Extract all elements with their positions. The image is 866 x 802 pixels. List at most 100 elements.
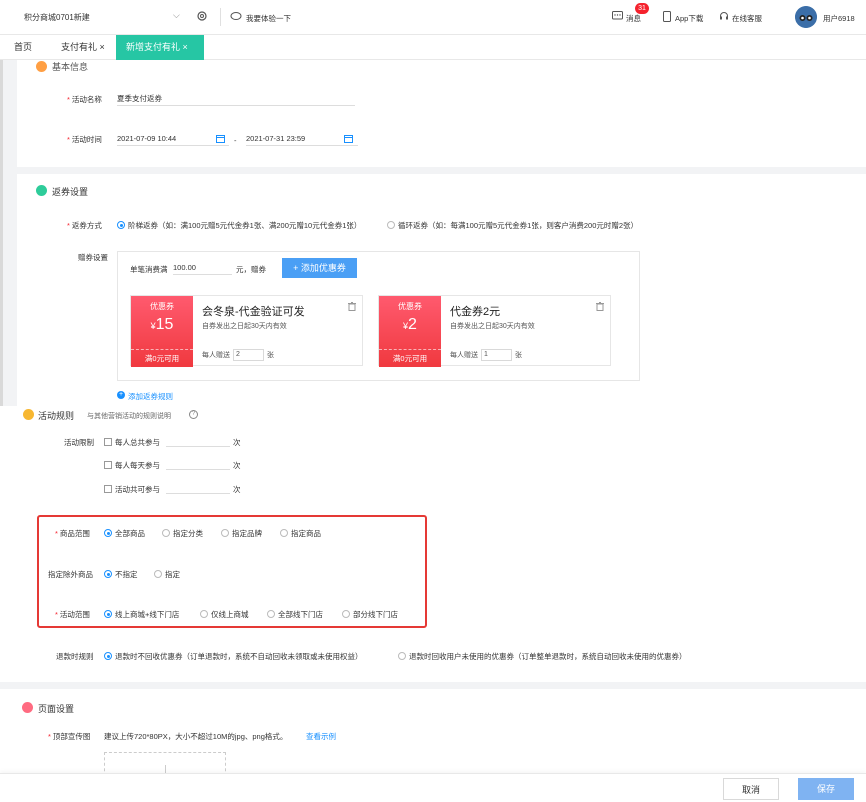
radio-loop-coupon[interactable]: 循环返券（如：每满100元赠5元代金券1张，则客户消费200元时赠2张） [387,220,638,231]
rules-card: 活动规则 与其他营销活动的规则说明 ? 活动限制 每人总共参与 次 每人每天参与… [0,406,866,682]
unit-text: 次 [233,485,241,494]
gift-settings-label: 赠券设置 [78,253,108,262]
coupon-quantity-row: 每人赠送 2 张 [202,349,274,361]
help-icon[interactable]: ? [189,410,198,419]
radio-some-offline[interactable]: 部分线下门店 [342,609,398,620]
time-separator: - [234,136,237,145]
coupon-name: 代金券2元 [450,306,501,318]
view-example-link[interactable]: 查看示例 [306,731,336,742]
save-button[interactable]: 保存 [798,778,854,800]
coupon-condition: 满0元可用 [131,349,193,367]
limit-activity-input[interactable] [166,480,230,494]
tab-bar: 首页 支付有礼 × 新增支付有礼 × [0,35,866,60]
store-name[interactable]: 积分商城0701新建 [24,12,90,23]
divider [220,8,221,26]
start-time-input[interactable]: 2021-07-09 10:44 [117,132,229,146]
end-time-input[interactable]: 2021-07-31 23:59 [246,132,358,146]
activity-name-label: * 活动名称 [67,95,102,104]
radio-recall-unused[interactable]: 退款时回收用户未使用的优惠券（订单整单退款时，系统自动回收未使用的优惠券） [398,651,687,662]
add-circle-icon[interactable]: + [117,391,125,399]
activity-name-input[interactable]: 夏季支付返券 [117,92,355,106]
cancel-button[interactable]: 取消 [723,778,779,800]
banner-hint: 建议上传720*80PX，大小不超过10M的jpg、png格式。 [104,732,288,741]
unit-text: 次 [233,438,241,447]
messages-badge: 31 [635,3,649,14]
threshold-suffix: 元，赠券 [236,265,266,274]
basic-info-title: 基本信息 [52,62,89,72]
top-bar: 积分商城0701新建 ⌵ 我要体验一下 消息 31 App下载 在线客服 用户6… [0,0,866,35]
radio-not-specify[interactable]: 不指定 [104,569,138,580]
radio-ladder-coupon[interactable]: 阶梯返券（如：满100元赠5元代金券1张、满200元赠10元代金券1张） [117,220,361,231]
exclude-goods-label: 指定除外商品 [48,570,93,579]
add-rule-link[interactable]: 添加返券规则 [128,391,173,402]
radio-category[interactable]: 指定分类 [162,528,203,539]
tab-new-payment-gift[interactable]: 新增支付有礼 × [116,35,204,60]
coupon-name: 会冬泉-代金验证可发 [202,306,305,318]
app-download-link[interactable]: App下载 [675,13,703,24]
coupon-tag: 优惠券 [150,302,174,311]
radio-all-offline[interactable]: 全部线下门店 [267,609,323,620]
coupon-quantity-input[interactable]: 2 [233,349,264,361]
activity-time-label: * 活动时间 [67,135,102,144]
page-settings-card: 页面设置 * 顶部宣传图 建议上传720*80PX，大小不超过10M的jpg、pn… [0,689,866,783]
calendar-icon[interactable] [344,134,353,143]
coupon-card: 优惠券 ¥2 满0元可用 代金券2元 自券发出之日起30天内有效 每人赠送 1 张 [378,295,611,367]
gear-icon[interactable] [196,10,208,22]
experience-icon [230,11,242,21]
coupon-card: 优惠券 ¥15 满0元可用 会冬泉-代金验证可发 自券发出之日起30天内有效 每… [130,295,363,367]
coupon-face: 优惠券 ¥2 满0元可用 [379,296,441,367]
coupon-validity: 自券发出之日起30天内有效 [202,323,287,330]
refund-rule-label: 退款时规则 [56,652,94,661]
activity-scope-label: * 活动范围 [55,610,90,619]
limit-activity-checkbox[interactable]: 活动共可参与 [104,484,160,495]
phone-icon [663,11,671,22]
banner-label: * 顶部宣传图 [48,732,91,741]
coupon-validity: 自券发出之日起30天内有效 [450,323,535,330]
rules-subtitle: 与其他营销活动的规则说明 [87,413,171,420]
chevron-down-icon[interactable]: ⌵ [173,10,180,21]
radio-all-goods[interactable]: 全部商品 [104,528,145,539]
limit-total-input[interactable] [166,433,230,447]
coupon-quantity-input[interactable]: 1 [481,349,512,361]
coupon-face: 优惠券 ¥15 满0元可用 [131,296,193,367]
tab-payment-gift[interactable]: 支付有礼 × [61,35,105,60]
calendar-icon[interactable] [216,134,225,143]
goods-scope-label: * 商品范围 [55,529,90,538]
coupon-mode-label: * 返券方式 [67,221,102,230]
coupon-rule-box: 单笔消费满 100.00 元，赠券 + 添加优惠券 优惠券 ¥15 满0元可用 … [117,251,640,381]
message-icon[interactable] [612,11,623,21]
avatar[interactable] [795,6,817,28]
radio-specify[interactable]: 指定 [154,569,180,580]
page-settings-title: 页面设置 [38,704,75,714]
coupon-settings-title: 返券设置 [52,187,89,197]
limit-daily-checkbox[interactable]: 每人每天参与 [104,460,160,471]
coupon-settings-card: 返券设置 * 返券方式 阶梯返券（如：满100元赠5元代金券1张、满200元赠10… [17,174,866,406]
coupon-quantity-row: 每人赠送 1 张 [450,349,522,361]
radio-brand[interactable]: 指定品牌 [221,528,262,539]
headset-icon [719,11,729,21]
trash-icon[interactable] [348,302,356,311]
threshold-prefix: 单笔消费满 [130,265,168,274]
online-support-link[interactable]: 在线客服 [732,13,762,24]
limit-daily-input[interactable] [166,456,230,470]
add-coupon-button[interactable]: + 添加优惠券 [282,258,357,278]
coupon-condition: 满0元可用 [379,349,441,367]
left-edge [0,60,3,406]
radio-online-only[interactable]: 仅线上商城 [200,609,249,620]
basic-info-card: 基本信息 * 活动名称 夏季支付返券 * 活动时间 2021-07-09 10:44… [17,60,866,167]
limit-total-checkbox[interactable]: 每人总共参与 [104,437,160,448]
threshold-input[interactable]: 100.00 [173,261,232,275]
tab-home[interactable]: 首页 [14,35,32,60]
radio-goods[interactable]: 指定商品 [280,528,321,539]
coupon-settings-icon [36,185,47,196]
unit-text: 次 [233,461,241,470]
radio-no-recall[interactable]: 退款时不回收优惠券（订单退款时，系统不自动回收未领取或未使用权益） [104,651,363,662]
coupon-amount: ¥15 [150,316,174,333]
try-experience-link[interactable]: 我要体验一下 [246,13,291,24]
messages-label[interactable]: 消息 [626,13,641,24]
trash-icon[interactable] [596,302,604,311]
user-name[interactable]: 用户6918 [823,13,855,24]
radio-online-offline[interactable]: 线上商城+线下门店 [104,609,179,620]
basic-info-icon [36,61,47,72]
page-settings-icon [22,702,33,713]
